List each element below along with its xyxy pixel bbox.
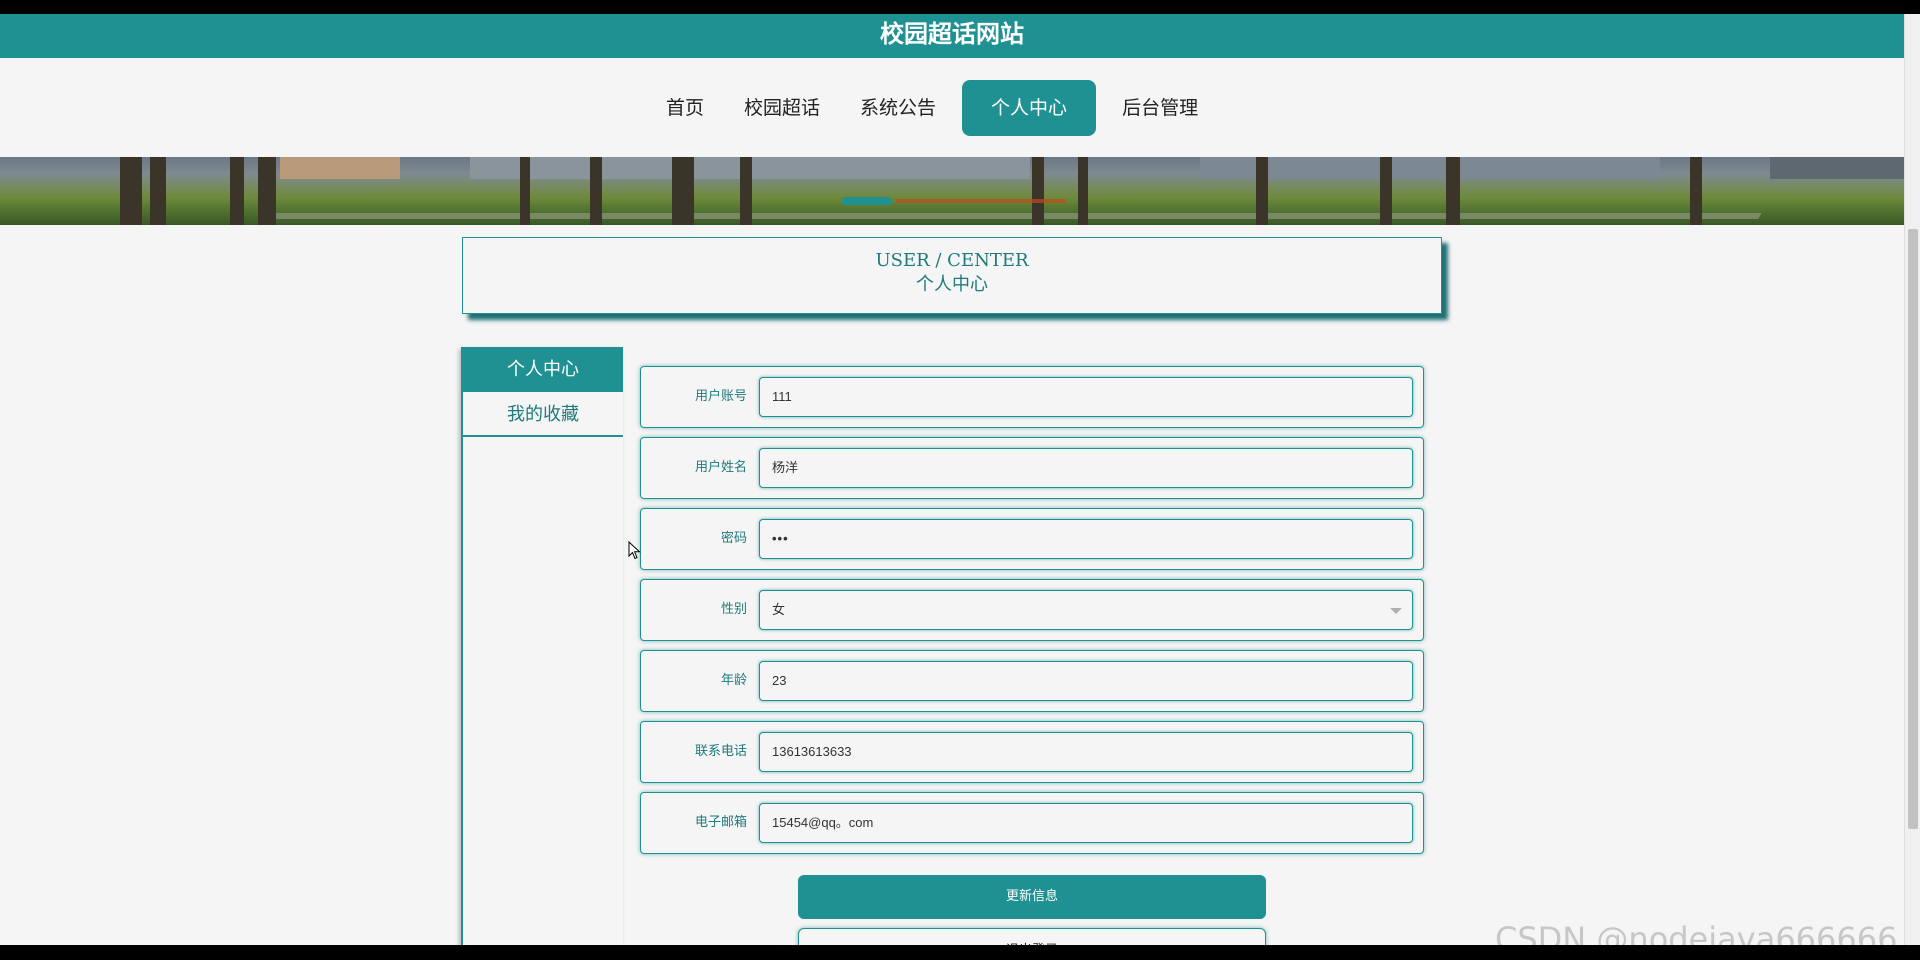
main-nav: 首页 校园超话 系统公告 个人中心 后台管理 (0, 58, 1904, 171)
campus-banner-image (0, 157, 1904, 225)
name-input[interactable]: 杨洋 (759, 448, 1413, 488)
bottom-bar (0, 945, 1920, 960)
phone-input[interactable]: 13613613633 (759, 732, 1413, 772)
nav-item-user-center[interactable]: 个人中心 (962, 80, 1097, 136)
user-center-header: USER / CENTER 个人中心 (462, 237, 1442, 314)
form-row-name: 用户姓名 杨洋 (640, 437, 1424, 499)
sidebar-item-favorites[interactable]: 我的收藏 (463, 392, 623, 437)
email-input[interactable]: 15454@qq。com (759, 803, 1413, 843)
nav-item-announcements[interactable]: 系统公告 (840, 80, 956, 136)
profile-form: 用户账号 111 用户姓名 杨洋 密码 ••• 性别 女 年龄 23 联系电话 … (640, 366, 1424, 863)
scrollbar-thumb[interactable] (1908, 229, 1918, 829)
carousel-indicator[interactable] (842, 197, 892, 205)
password-input[interactable]: ••• (759, 519, 1413, 559)
email-label: 电子邮箱 (694, 815, 747, 830)
page-content: 校园超话网站 首页 校园超话 系统公告 个人中心 后台管理 USER / CEN… (0, 14, 1904, 945)
gender-select[interactable]: 女 (759, 590, 1413, 630)
user-center-title-en: USER / CENTER (875, 250, 1029, 271)
logout-button[interactable]: 退出登录 (798, 928, 1266, 945)
name-label: 用户姓名 (694, 460, 747, 475)
form-row-password: 密码 ••• (640, 508, 1424, 570)
nav-item-campus-topics[interactable]: 校园超话 (724, 80, 840, 136)
form-row-gender: 性别 女 (640, 579, 1424, 641)
nav-item-home[interactable]: 首页 (646, 80, 724, 136)
user-sidebar: 个人中心 我的收藏 (461, 347, 623, 945)
update-info-button[interactable]: 更新信息 (798, 875, 1266, 919)
gender-label: 性别 (720, 602, 747, 617)
form-row-email: 电子邮箱 15454@qq。com (640, 792, 1424, 854)
sidebar-item-user-center[interactable]: 个人中心 (463, 347, 623, 392)
browser-viewport: 校园超话网站 首页 校园超话 系统公告 个人中心 后台管理 USER / CEN… (0, 14, 1920, 945)
gender-selected-value: 女 (772, 602, 786, 617)
page-scrollbar[interactable] (1904, 14, 1920, 945)
site-title: 校园超话网站 (0, 14, 1904, 58)
form-row-phone: 联系电话 13613613633 (640, 721, 1424, 783)
age-label: 年龄 (720, 673, 747, 688)
account-input[interactable]: 111 (759, 377, 1413, 417)
form-row-account: 用户账号 111 (640, 366, 1424, 428)
password-label: 密码 (720, 531, 747, 546)
account-label: 用户账号 (694, 389, 747, 404)
chevron-down-icon[interactable] (1390, 608, 1402, 614)
watermark-text: CSDN @nodejava666666 (1495, 920, 1898, 945)
nav-item-admin[interactable]: 后台管理 (1102, 80, 1218, 136)
mouse-pointer-icon (628, 541, 641, 560)
form-row-age: 年龄 23 (640, 650, 1424, 712)
user-center-title-cn: 个人中心 (916, 274, 988, 295)
age-input[interactable]: 23 (759, 661, 1413, 701)
phone-label: 联系电话 (694, 744, 747, 759)
